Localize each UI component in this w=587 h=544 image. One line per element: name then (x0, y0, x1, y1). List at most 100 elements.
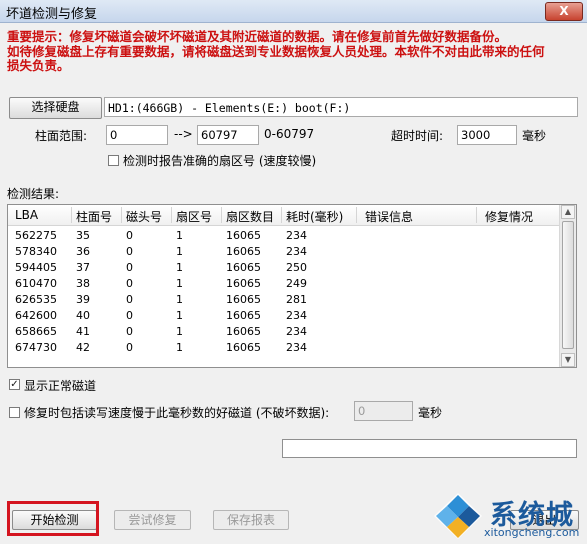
results-label: 检测结果: (7, 187, 60, 201)
table-cell: 674730 (15, 341, 57, 354)
watermark-logo: 系统城 xitongcheng.com (432, 491, 587, 544)
warning-line-3: 损失负责。 (7, 58, 70, 73)
table-cell: 16065 (226, 293, 261, 306)
save-report-button[interactable]: 保存报表 (213, 510, 289, 530)
table-cell: 562275 (15, 229, 57, 242)
check-icon: ✓ (10, 379, 19, 390)
timeout-unit: 毫秒 (522, 129, 547, 143)
slow-repair-label: 修复时包括读写速度慢于此毫秒数的好磁道 (不破坏数据): (24, 406, 330, 420)
show-normal-checkbox[interactable]: ✓ (9, 379, 20, 390)
close-icon: X (559, 4, 569, 18)
col-header[interactable]: 扇区号 (176, 208, 212, 225)
table-cell: 16065 (226, 341, 261, 354)
timeout-input[interactable]: 3000 (457, 125, 517, 145)
table-cell: 16065 (226, 245, 261, 258)
table-cell: 249 (286, 277, 307, 290)
table-cell: 39 (76, 293, 90, 306)
show-normal-label: 显示正常磁道 (24, 379, 97, 393)
table-row[interactable]: 562275 35 0 1 16065 234 (8, 228, 561, 244)
table-cell: 234 (286, 325, 307, 338)
table-cell: 42 (76, 341, 90, 354)
table-cell: 610470 (15, 277, 57, 290)
window-title: 坏道检测与修复 (6, 7, 98, 22)
table-cell: 40 (76, 309, 90, 322)
table-cell: 16065 (226, 325, 261, 338)
disk-info-field: HD1:(466GB) - Elements(E:) boot(F:) (104, 97, 578, 117)
table-cell: 16065 (226, 309, 261, 322)
table-cell: 642600 (15, 309, 57, 322)
table-cell: 1 (176, 229, 183, 242)
warning-line-2: 如待修复磁盘上存有重要数据，请将磁盘送到专业数据恢复人员处理。本软件不对由此带来… (7, 43, 545, 59)
table-cell: 578340 (15, 245, 57, 258)
slow-repair-input[interactable]: 0 (354, 401, 413, 421)
select-disk-button[interactable]: 选择硬盘 (9, 97, 102, 119)
table-row[interactable]: 658665 41 0 1 16065 234 (8, 324, 561, 340)
slow-repair-checkbox[interactable] (9, 407, 20, 418)
progress-bar (282, 439, 577, 458)
col-header[interactable]: 磁头号 (126, 208, 162, 225)
table-cell: 1 (176, 293, 183, 306)
results-header: LBA 柱面号 磁头号 扇区号 扇区数目 耗时(毫秒) 错误信息 修复情况 (8, 205, 561, 226)
title-bar: 坏道检测与修复 X (0, 0, 587, 23)
col-header[interactable]: LBA (15, 208, 38, 222)
table-cell: 0 (126, 293, 133, 306)
table-cell: 35 (76, 229, 90, 242)
scroll-down-icon[interactable]: ▼ (561, 353, 575, 367)
table-cell: 1 (176, 325, 183, 338)
table-cell: 0 (126, 341, 133, 354)
table-cell: 37 (76, 261, 90, 274)
highlight-box (7, 501, 99, 536)
table-cell: 0 (126, 229, 133, 242)
table-row[interactable]: 594405 37 0 1 16065 250 (8, 260, 561, 276)
table-row[interactable]: 642600 40 0 1 16065 234 (8, 308, 561, 324)
report-sector-checkbox[interactable] (108, 155, 119, 166)
table-cell: 0 (126, 309, 133, 322)
range-end-input[interactable]: 60797 (197, 125, 259, 145)
table-cell: 0 (126, 261, 133, 274)
table-cell: 16065 (226, 229, 261, 242)
col-header[interactable]: 耗时(毫秒) (286, 208, 343, 225)
table-cell: 234 (286, 309, 307, 322)
results-scrollbar[interactable]: ▲ ▼ (559, 205, 576, 367)
range-limit: 0-60797 (264, 127, 315, 141)
table-cell: 234 (286, 229, 307, 242)
col-header[interactable]: 错误信息 (365, 208, 413, 225)
warning-text: 重要提示：修复坏磁道会破坏坏磁道及其附近磁道的数据。请在修复前首先做好数据备份。… (7, 29, 577, 74)
table-cell: 626535 (15, 293, 57, 306)
col-header[interactable]: 柱面号 (76, 208, 112, 225)
table-cell: 1 (176, 309, 183, 322)
close-button[interactable]: X (545, 2, 583, 21)
scroll-up-icon[interactable]: ▲ (561, 205, 575, 219)
table-cell: 36 (76, 245, 90, 258)
col-header[interactable]: 扇区数目 (226, 208, 274, 225)
table-row[interactable]: 610470 38 0 1 16065 249 (8, 276, 561, 292)
table-cell: 594405 (15, 261, 57, 274)
table-cell: 1 (176, 245, 183, 258)
table-cell: 234 (286, 341, 307, 354)
table-cell: 234 (286, 245, 307, 258)
table-cell: 0 (126, 245, 133, 258)
timeout-label: 超时时间: (391, 129, 444, 143)
table-row[interactable]: 578340 36 0 1 16065 234 (8, 244, 561, 260)
warning-line-1: 重要提示：修复坏磁道会破坏坏磁道及其附近磁道的数据。请在修复前首先做好数据备份。 (7, 29, 508, 44)
table-cell: 1 (176, 341, 183, 354)
table-cell: 0 (126, 325, 133, 338)
watermark-url: xitongcheng.com (484, 526, 580, 539)
diamond-logo-icon (434, 493, 482, 539)
slow-repair-unit: 毫秒 (418, 406, 443, 420)
table-cell: 658665 (15, 325, 57, 338)
table-cell: 250 (286, 261, 307, 274)
table-cell: 0 (126, 277, 133, 290)
scroll-thumb[interactable] (562, 221, 574, 349)
table-cell: 281 (286, 293, 307, 306)
range-start-input[interactable]: 0 (106, 125, 168, 145)
report-sector-label: 检测时报告准确的扇区号 (速度较慢) (123, 154, 317, 168)
table-row[interactable]: 626535 39 0 1 16065 281 (8, 292, 561, 308)
results-table[interactable]: LBA 柱面号 磁头号 扇区号 扇区数目 耗时(毫秒) 错误信息 修复情况 56… (7, 204, 577, 368)
table-cell: 16065 (226, 277, 261, 290)
table-row[interactable]: 674730 42 0 1 16065 234 (8, 340, 561, 356)
table-cell: 16065 (226, 261, 261, 274)
col-header[interactable]: 修复情况 (485, 208, 533, 225)
try-repair-button[interactable]: 尝试修复 (114, 510, 191, 530)
table-cell: 1 (176, 261, 183, 274)
